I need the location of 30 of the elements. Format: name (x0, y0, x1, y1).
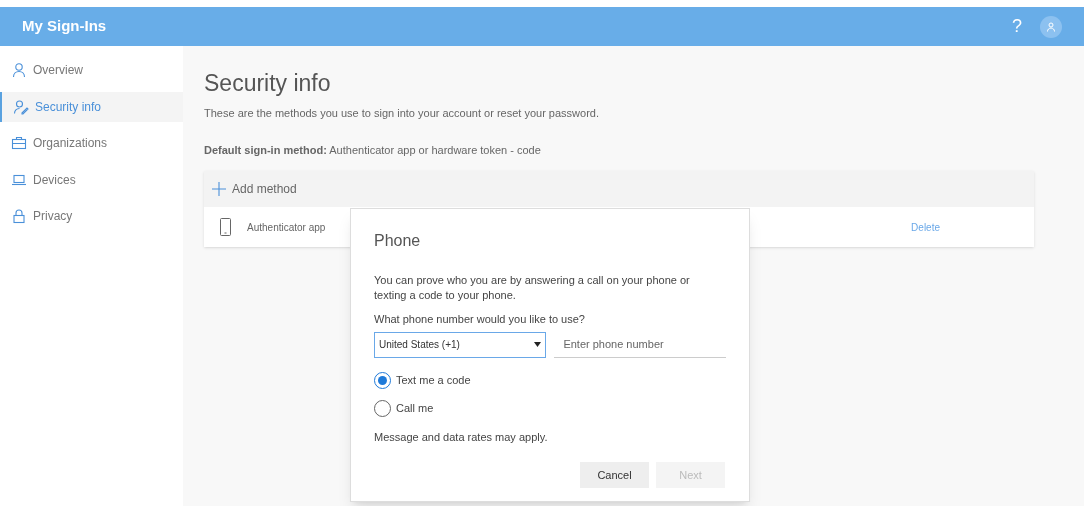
delete-link[interactable]: Delete (911, 219, 940, 235)
add-method-button[interactable]: Add method (204, 171, 1034, 207)
dialog-title: Phone (374, 231, 422, 251)
sidebar-item[interactable]: Security info (0, 91, 183, 122)
page-title: Security info (204, 69, 332, 97)
sidebar-item[interactable]: Overview (0, 55, 183, 85)
app-title: My Sign-Ins (22, 16, 107, 37)
person-icon (1046, 21, 1056, 32)
dialog-button[interactable]: Cancel (580, 462, 649, 488)
phone-icon (220, 218, 231, 236)
person-pen-icon (13, 98, 29, 115)
page-subtitle: These are the methods you use to sign into your account or reset your password. (204, 106, 600, 121)
sidebar-item[interactable]: Devices (0, 164, 183, 195)
sidebar-item[interactable]: Privacy (0, 201, 183, 231)
lock-icon (11, 208, 27, 224)
help-button[interactable]: ? (1012, 13, 1022, 40)
rates-note: Message and data rates may apply. (374, 429, 549, 445)
sidebar-item[interactable]: Organizations (0, 128, 183, 158)
plus-icon (212, 182, 226, 196)
default-method-text: Default sign-in method: Authenticator app or hardware token - code (204, 142, 542, 158)
briefcase-icon (11, 135, 27, 151)
method-name: Authenticator app (247, 220, 326, 235)
dialog-description: You can prove who you are by answering a call on your phone or texting a code to your phone. (374, 273, 691, 303)
phone-question: What phone number would you like to use? (374, 312, 586, 327)
phone-number-field[interactable]: Enter phone number (554, 331, 726, 358)
radio-option[interactable]: Text me a code (374, 366, 726, 395)
radio-option[interactable]: Call me (374, 394, 726, 423)
person-icon (11, 62, 27, 78)
country-dropdown[interactable]: United States (+1) (374, 331, 547, 358)
caret-icon (534, 342, 542, 347)
